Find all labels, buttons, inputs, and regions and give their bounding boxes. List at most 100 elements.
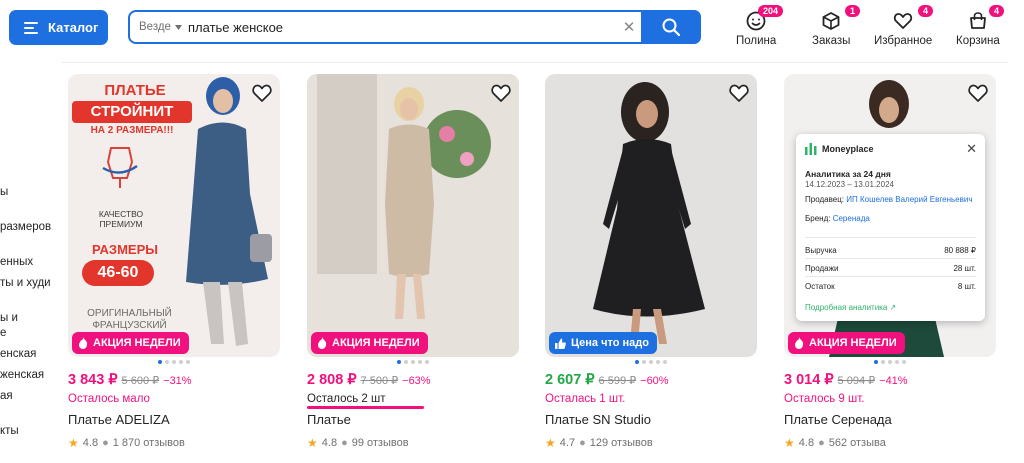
product-card[interactable]: Цена что надо 2 607 ₽ 6 599 ₽ −60% Остал… bbox=[545, 74, 757, 450]
stock-status: Осталось 2 шт bbox=[307, 393, 386, 405]
popup-divider bbox=[805, 276, 976, 277]
menu-icon bbox=[24, 21, 38, 34]
nav-profile[interactable]: 204 Полина bbox=[736, 5, 784, 47]
product-photo[interactable]: Цена что надо bbox=[545, 74, 757, 357]
pager-dot-active bbox=[635, 360, 639, 364]
product-card[interactable]: АКЦИЯ НЕДЕЛИ 2 808 ₽ 7 500 ₽ −63% Остало… bbox=[307, 74, 519, 450]
product-card[interactable]: ПЛАТЬЕ СТРОЙНИТ НА 2 РАЗМЕРА!!! КАЧЕСТВО… bbox=[68, 74, 280, 450]
heart-icon bbox=[892, 10, 914, 32]
search-scope-value: Везде bbox=[139, 21, 171, 33]
sidebar-item[interactable]: е bbox=[0, 327, 6, 339]
product-card[interactable]: Moneyplace ✕ Аналитика за 24 дня 14.12.2… bbox=[784, 74, 996, 450]
pager-dot bbox=[172, 360, 176, 364]
favorite-heart-icon[interactable] bbox=[251, 82, 273, 104]
close-icon[interactable]: ✕ bbox=[966, 141, 977, 157]
sidebar-item[interactable]: ты и худи bbox=[0, 277, 51, 289]
star-icon: ★ bbox=[784, 436, 795, 450]
stock-status: Осталось 9 шт. bbox=[784, 393, 865, 405]
fire-icon bbox=[317, 337, 327, 349]
old-price: 6 599 ₽ bbox=[598, 375, 637, 387]
popup-brand-row: Бренд: Серенада bbox=[805, 214, 870, 223]
external-link-icon: ↗ bbox=[889, 303, 897, 312]
nav-orders[interactable]: 1 Заказы bbox=[812, 5, 861, 47]
popup-divider bbox=[805, 237, 976, 238]
reviews-count[interactable]: 129 отзывов bbox=[590, 437, 653, 449]
catalog-label: Каталог bbox=[48, 20, 99, 35]
profile-badge: 204 bbox=[758, 5, 784, 17]
popup-divider bbox=[805, 258, 976, 259]
product-name[interactable]: Платье ADELIZA bbox=[68, 412, 170, 427]
sidebar-item[interactable]: ая bbox=[0, 390, 13, 402]
product-photo[interactable]: АКЦИЯ НЕДЕЛИ bbox=[307, 74, 519, 357]
rating-row: ★ 4.8 ● 99 отзывов bbox=[307, 436, 409, 450]
product-photo[interactable]: ПЛАТЬЕ СТРОЙНИТ НА 2 РАЗМЕРА!!! КАЧЕСТВО… bbox=[68, 74, 280, 357]
promo-badge-label: Цена что надо bbox=[571, 337, 649, 349]
reviews-count[interactable]: 562 отзыва bbox=[829, 437, 886, 449]
catalog-button[interactable]: Каталог bbox=[9, 10, 108, 45]
current-price: 3 014 ₽ bbox=[784, 372, 834, 388]
pager-dot bbox=[404, 360, 408, 364]
favorite-heart-icon[interactable] bbox=[490, 82, 512, 104]
popup-row-revenue: Выручка 80 888 ₽ bbox=[805, 246, 976, 255]
sidebar-item[interactable]: женская bbox=[0, 369, 44, 381]
dress-figure-illustration bbox=[307, 74, 519, 357]
star-icon: ★ bbox=[545, 436, 556, 450]
search-input[interactable]: платье женское bbox=[188, 20, 617, 35]
pager-dot bbox=[165, 360, 169, 364]
current-price: 3 843 ₽ bbox=[68, 372, 118, 388]
rating-value: 4.7 bbox=[559, 437, 576, 449]
popup-row-sales: Продажи 28 шт. bbox=[805, 264, 976, 273]
promo-badge: АКЦИЯ НЕДЕЛИ bbox=[72, 332, 189, 354]
star-icon: ★ bbox=[68, 436, 79, 450]
sidebar-item[interactable]: енская bbox=[0, 348, 36, 360]
sidebar-item[interactable]: размеров bbox=[0, 221, 51, 233]
pager-dot bbox=[186, 360, 190, 364]
reviews-icon: ● bbox=[818, 437, 825, 449]
popup-seller-label: Продавец: bbox=[805, 195, 845, 204]
mannequin-icon bbox=[102, 147, 138, 188]
favorite-heart-icon[interactable] bbox=[728, 82, 750, 104]
sidebar-item[interactable]: кты bbox=[0, 425, 19, 437]
discount: −31% bbox=[163, 375, 192, 387]
nav-favorites[interactable]: 4 Избранное bbox=[874, 5, 934, 47]
clear-search-icon[interactable]: ✕ bbox=[617, 18, 641, 36]
promo-title-1: ПЛАТЬЕ bbox=[104, 82, 166, 99]
pager-dot bbox=[418, 360, 422, 364]
header-divider bbox=[62, 62, 1008, 63]
product-name[interactable]: Платье bbox=[307, 412, 351, 427]
photo-pager bbox=[545, 360, 757, 364]
promo-badge-label: АКЦИЯ НЕДЕЛИ bbox=[809, 337, 897, 349]
popup-details-link[interactable]: Подробная аналитика ↗ bbox=[805, 303, 896, 312]
popup-brand-link[interactable]: Серенада bbox=[833, 214, 870, 223]
product-photo[interactable]: Moneyplace ✕ Аналитика за 24 дня 14.12.2… bbox=[784, 74, 996, 357]
pager-dot bbox=[425, 360, 429, 364]
price-row: 2 808 ₽ 7 500 ₽ −63% bbox=[307, 372, 431, 388]
popup-row-stock: Остаток 8 шт. bbox=[805, 282, 976, 291]
promo-badge-label: АКЦИЯ НЕДЕЛИ bbox=[332, 337, 420, 349]
discount: −63% bbox=[402, 375, 431, 387]
promo-badge-label: АКЦИЯ НЕДЕЛИ bbox=[93, 337, 181, 349]
sidebar-item[interactable]: ы bbox=[0, 186, 8, 198]
rating-row: ★ 4.7 ● 129 отзывов bbox=[545, 436, 653, 450]
orders-badge: 1 bbox=[845, 5, 861, 17]
reviews-count[interactable]: 99 отзывов bbox=[352, 437, 409, 449]
search-scope-select[interactable]: Везде bbox=[130, 21, 188, 33]
original-line-1: ОРИГИНАЛЬНЫЙ bbox=[87, 308, 172, 319]
sidebar-item[interactable]: енных bbox=[0, 256, 33, 268]
product-name[interactable]: Платье SN Studio bbox=[545, 412, 651, 427]
nav-profile-label: Полина bbox=[736, 35, 777, 47]
product-name[interactable]: Платье Серенада bbox=[784, 412, 892, 427]
pager-dot-active bbox=[397, 360, 401, 364]
current-price: 2 607 ₽ bbox=[545, 372, 595, 388]
basket-icon bbox=[967, 10, 989, 32]
nav-cart[interactable]: 4 Корзина bbox=[956, 5, 1005, 47]
reviews-count[interactable]: 1 870 отзывов bbox=[113, 437, 185, 449]
search-button[interactable] bbox=[641, 10, 701, 44]
stock-status: Осталось мало bbox=[68, 393, 150, 405]
favorite-heart-icon[interactable] bbox=[967, 82, 989, 104]
pager-dot bbox=[881, 360, 885, 364]
popup-seller-link[interactable]: ИП Кошелев Валерий Евгеньевич bbox=[846, 195, 972, 204]
nav-orders-label: Заказы bbox=[812, 35, 851, 47]
sidebar-item[interactable]: ы и bbox=[0, 312, 18, 324]
popup-details-label: Подробная аналитика bbox=[805, 303, 888, 312]
